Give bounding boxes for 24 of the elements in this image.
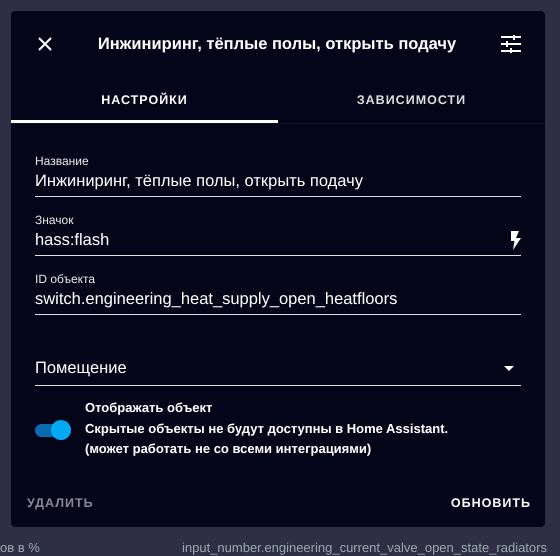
settings-button[interactable] [501,35,521,53]
dialog-title: Инжиниринг, тёплые полы, открыть подачу [96,34,458,54]
toggle-switch[interactable] [35,420,71,440]
close-button[interactable] [37,36,53,52]
table-cell-text: ов в % [0,540,41,555]
field-label: Название [35,154,90,168]
update-button[interactable]: ОБНОВИТЬ [450,490,531,516]
delete-button[interactable]: УДАЛИТЬ [27,490,94,516]
tab[interactable]: ЗАВИСИМОСТИ [278,77,545,123]
caret-icon [504,366,514,370]
field-label: ID объекта [35,272,96,286]
close-icon [37,36,53,52]
description-text: (может работать не со всеми интеграциями) [85,440,372,458]
lightning-icon [510,230,521,250]
tab[interactable]: НАСТРОЙКИ [11,77,278,123]
input-field[interactable]: switch.engineering_heat_supply_open_heatfloors [35,286,521,315]
toggle-label: Отображать объект [85,399,214,417]
description-text: Скрытые объекты не будут доступны в Home Assistant. [85,420,448,438]
field-label: Значок [35,213,74,227]
dropdown-field[interactable]: Помещение [35,353,521,386]
input-field[interactable]: hass:flash [35,227,521,256]
input-field[interactable]: Инжиниринг, тёплые полы, открыть подачу [35,168,521,197]
table-cell: input_number.engineering_current_valve_open_state_radiators [182,540,547,555]
settings-icon [501,35,521,53]
